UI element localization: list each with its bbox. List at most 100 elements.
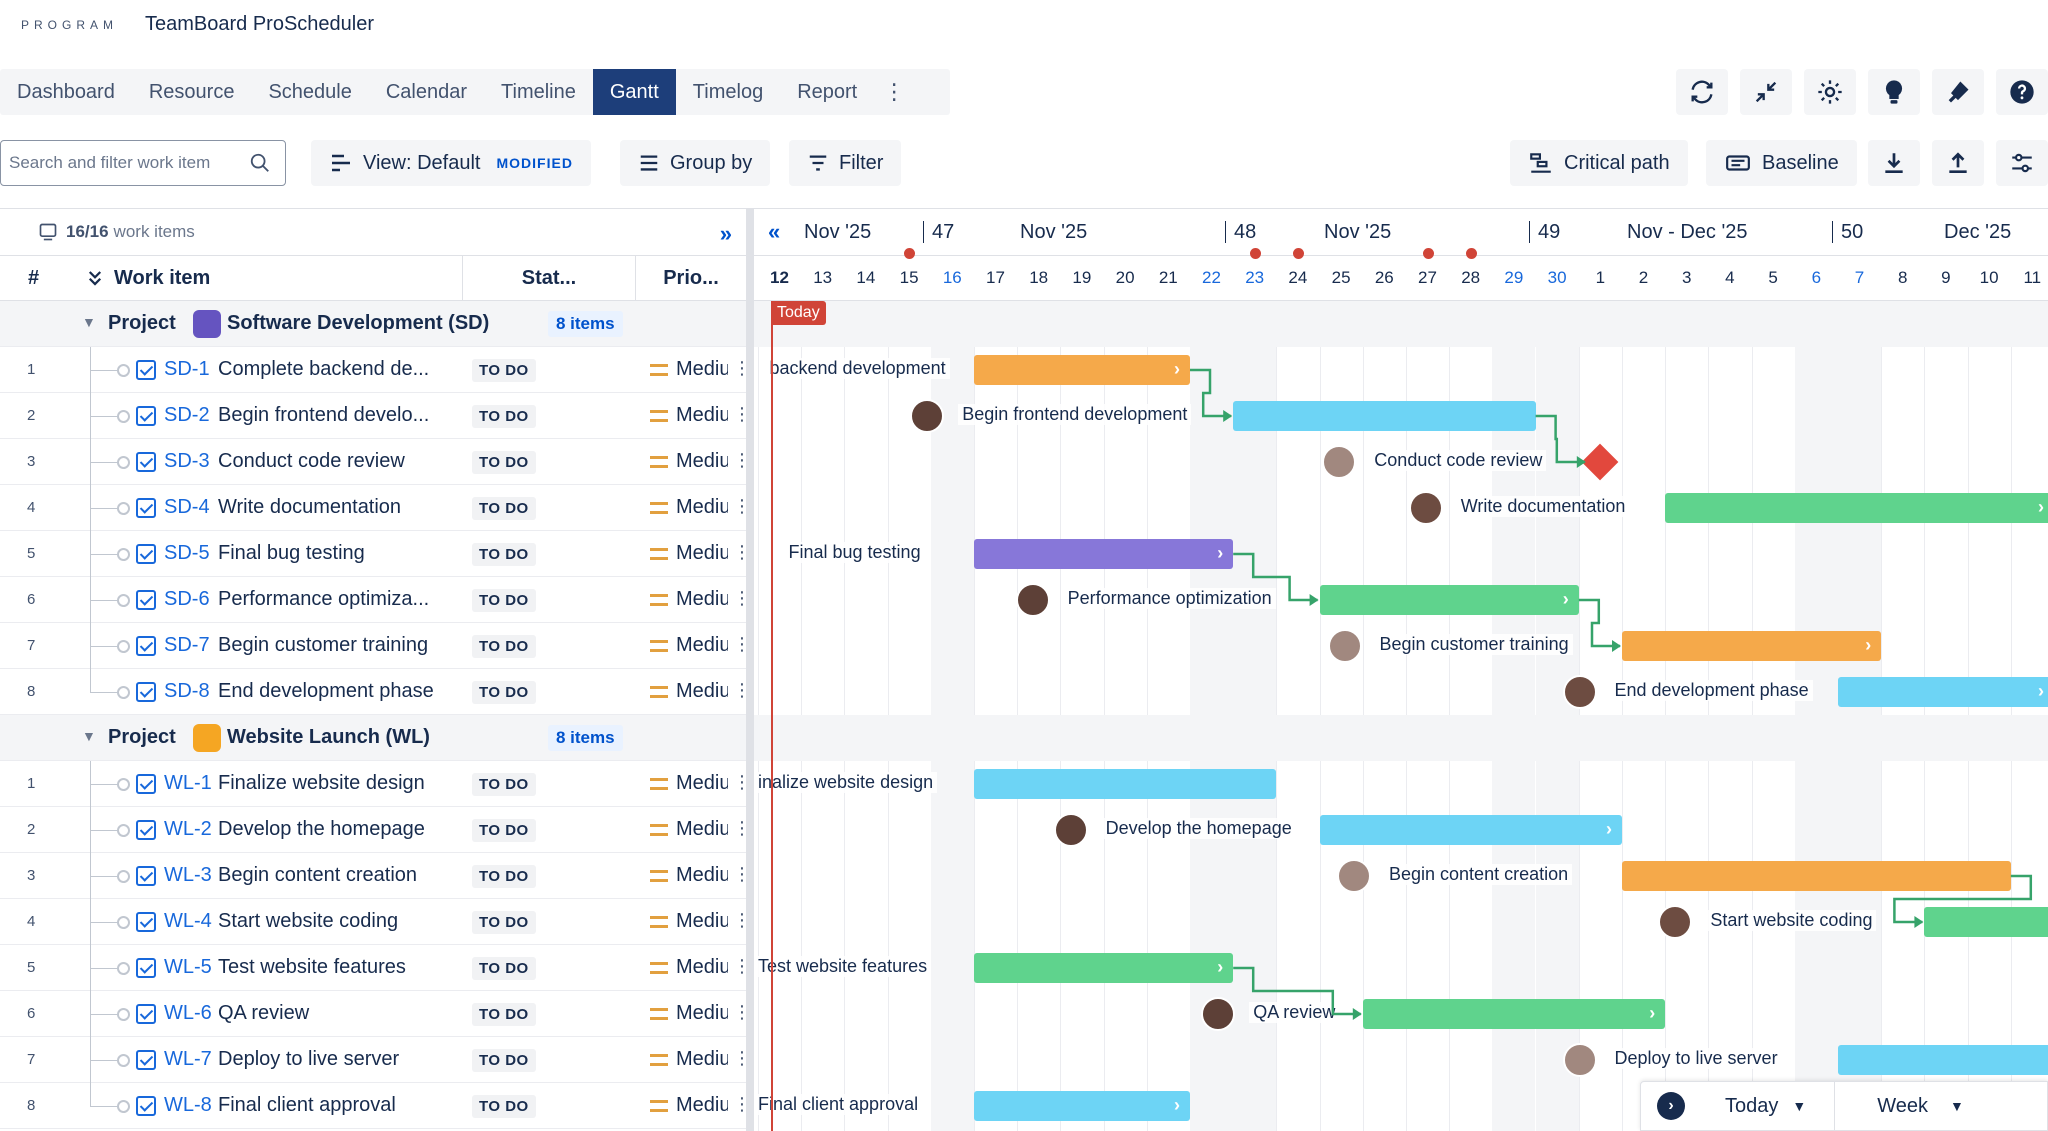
issue-key-link[interactable]: SD-3	[164, 450, 210, 473]
status-badge[interactable]: TO DO	[472, 773, 536, 796]
chevron-down-icon[interactable]: ▼	[82, 728, 96, 744]
issue-title[interactable]: Develop the homepage	[218, 818, 425, 841]
status-badge[interactable]: TO DO	[472, 405, 536, 428]
col-status[interactable]: Stat...	[462, 255, 635, 301]
next-icon[interactable]: ›	[1657, 1092, 1685, 1120]
status-badge[interactable]: TO DO	[472, 819, 536, 842]
tips-button[interactable]	[1868, 69, 1920, 115]
issue-title[interactable]: End development phase	[218, 680, 434, 703]
issue-title[interactable]: QA review	[218, 1002, 309, 1025]
row-handle[interactable]	[117, 1008, 130, 1021]
tab-dashboard[interactable]: Dashboard	[0, 69, 132, 115]
download-button[interactable]	[1868, 140, 1920, 186]
table-row[interactable]: 4WL-4Start website codingTO DOMedium⋮	[0, 899, 751, 945]
issue-title[interactable]: Start website coding	[218, 910, 398, 933]
issue-key-link[interactable]: SD-4	[164, 496, 210, 519]
table-row[interactable]: 8WL-8Final client approvalTO DOMedium⋮	[0, 1083, 751, 1129]
issue-key-link[interactable]: WL-6	[164, 1002, 212, 1025]
group-by-button[interactable]: Group by	[620, 140, 771, 186]
row-handle[interactable]	[117, 364, 130, 377]
table-row[interactable]: 7WL-7Deploy to live serverTO DOMedium⋮	[0, 1037, 751, 1083]
table-row[interactable]: 5SD-5Final bug testingTO DOMedium⋮	[0, 531, 751, 577]
issue-key-link[interactable]: WL-2	[164, 818, 212, 841]
row-handle[interactable]	[117, 870, 130, 883]
table-row[interactable]: 3WL-3Begin content creationTO DOMedium⋮	[0, 853, 751, 899]
issue-key-link[interactable]: SD-2	[164, 404, 210, 427]
col-work-item[interactable]: Work item	[86, 267, 210, 290]
status-badge[interactable]: TO DO	[472, 497, 536, 520]
issue-key-link[interactable]: WL-4	[164, 910, 212, 933]
row-handle[interactable]	[117, 1054, 130, 1067]
row-handle[interactable]	[117, 778, 130, 791]
issue-title[interactable]: Final client approval	[218, 1094, 396, 1117]
table-row[interactable]: 3SD-3Conduct code reviewTO DOMedium⋮	[0, 439, 751, 485]
issue-title[interactable]: Final bug testing	[218, 542, 365, 565]
search-input[interactable]	[9, 153, 249, 173]
status-badge[interactable]: TO DO	[472, 1003, 536, 1026]
issue-key-link[interactable]: SD-7	[164, 634, 210, 657]
tab-resource[interactable]: Resource	[132, 69, 252, 115]
pane-splitter[interactable]	[746, 208, 754, 1131]
project-group-row[interactable]: ▼ Project Software Development (SD) 8 items	[0, 301, 746, 347]
tab-gantt[interactable]: Gantt	[592, 69, 676, 115]
issue-key-link[interactable]: SD-1	[164, 358, 210, 381]
issue-key-link[interactable]: WL-8	[164, 1094, 212, 1117]
project-group-row[interactable]: ▼ Project Website Launch (WL) 8 items	[0, 715, 746, 761]
dependency-link[interactable]	[1535, 414, 1585, 464]
issue-key-link[interactable]: SD-6	[164, 588, 210, 611]
issue-title[interactable]: Complete backend de...	[218, 358, 429, 381]
tab-timelog[interactable]: Timelog	[676, 69, 780, 115]
status-badge[interactable]: TO DO	[472, 359, 536, 382]
table-row[interactable]: 2 SD-2 Begin frontend develo... TO DO Medium…	[0, 393, 751, 439]
filter-button[interactable]: Filter	[789, 140, 902, 186]
today-dropdown[interactable]: Today ▼	[1725, 1095, 1806, 1118]
status-badge[interactable]: TO DO	[472, 635, 536, 658]
more-tabs-icon[interactable]: ⋮	[874, 69, 914, 115]
tab-timeline[interactable]: Timeline	[484, 69, 593, 115]
issue-key-link[interactable]: WL-3	[164, 864, 212, 887]
table-row[interactable]: 8SD-8End development phaseTO DOMedium⋮	[0, 669, 751, 715]
issue-key-link[interactable]: WL-1	[164, 772, 212, 795]
table-row[interactable]: 6SD-6Performance optimiza...TO DOMedium⋮	[0, 577, 751, 623]
status-badge[interactable]: TO DO	[472, 589, 536, 612]
dependency-link[interactable]	[1233, 966, 1361, 1016]
adjust-button[interactable]	[1996, 140, 2048, 186]
row-handle[interactable]	[117, 502, 130, 515]
issue-key-link[interactable]: SD-5	[164, 542, 210, 565]
row-handle[interactable]	[117, 640, 130, 653]
issue-key-link[interactable]: WL-7	[164, 1048, 212, 1071]
tab-report[interactable]: Report	[780, 69, 874, 115]
status-badge[interactable]: TO DO	[472, 1049, 536, 1072]
status-badge[interactable]: TO DO	[472, 451, 536, 474]
row-handle[interactable]	[117, 916, 130, 929]
table-row[interactable]: 1SD-1Complete backend de...TO DOMedium⋮	[0, 347, 751, 393]
table-row[interactable]: 5WL-5Test website featuresTO DOMedium⋮	[0, 945, 751, 991]
expand-gantt-icon[interactable]: »	[720, 221, 732, 247]
issue-title[interactable]: Finalize website design	[218, 772, 425, 795]
table-row[interactable]: 7SD-7Begin customer trainingTO DOMedium⋮	[0, 623, 751, 669]
issue-title[interactable]: Deploy to live server	[218, 1048, 399, 1071]
status-badge[interactable]: TO DO	[472, 911, 536, 934]
status-badge[interactable]: TO DO	[472, 957, 536, 980]
status-badge[interactable]: TO DO	[472, 865, 536, 888]
row-handle[interactable]	[117, 548, 130, 561]
tab-schedule[interactable]: Schedule	[251, 69, 368, 115]
issue-title[interactable]: Write documentation	[218, 496, 401, 519]
row-handle[interactable]	[117, 410, 130, 423]
help-button[interactable]	[1996, 69, 2048, 115]
tab-calendar[interactable]: Calendar	[369, 69, 484, 115]
upload-button[interactable]	[1932, 140, 1984, 186]
refresh-button[interactable]	[1676, 69, 1728, 115]
table-row[interactable]: 2WL-2Develop the homepageTO DOMedium⋮	[0, 807, 751, 853]
issue-key-link[interactable]: SD-8	[164, 680, 210, 703]
table-row[interactable]: 1WL-1Finalize website designTO DOMedium⋮	[0, 761, 751, 807]
table-row[interactable]: 6WL-6QA reviewTO DOMedium⋮	[0, 991, 751, 1037]
baseline-button[interactable]: Baseline	[1706, 140, 1857, 186]
row-handle[interactable]	[117, 594, 130, 607]
row-handle[interactable]	[117, 1100, 130, 1113]
issue-title[interactable]: Begin customer training	[218, 634, 428, 657]
dependency-link[interactable]	[1190, 368, 1232, 418]
view-button[interactable]: View: Default MODIFIED	[311, 140, 591, 186]
status-badge[interactable]: TO DO	[472, 543, 536, 566]
chevron-down-icon[interactable]: ▼	[82, 314, 96, 330]
